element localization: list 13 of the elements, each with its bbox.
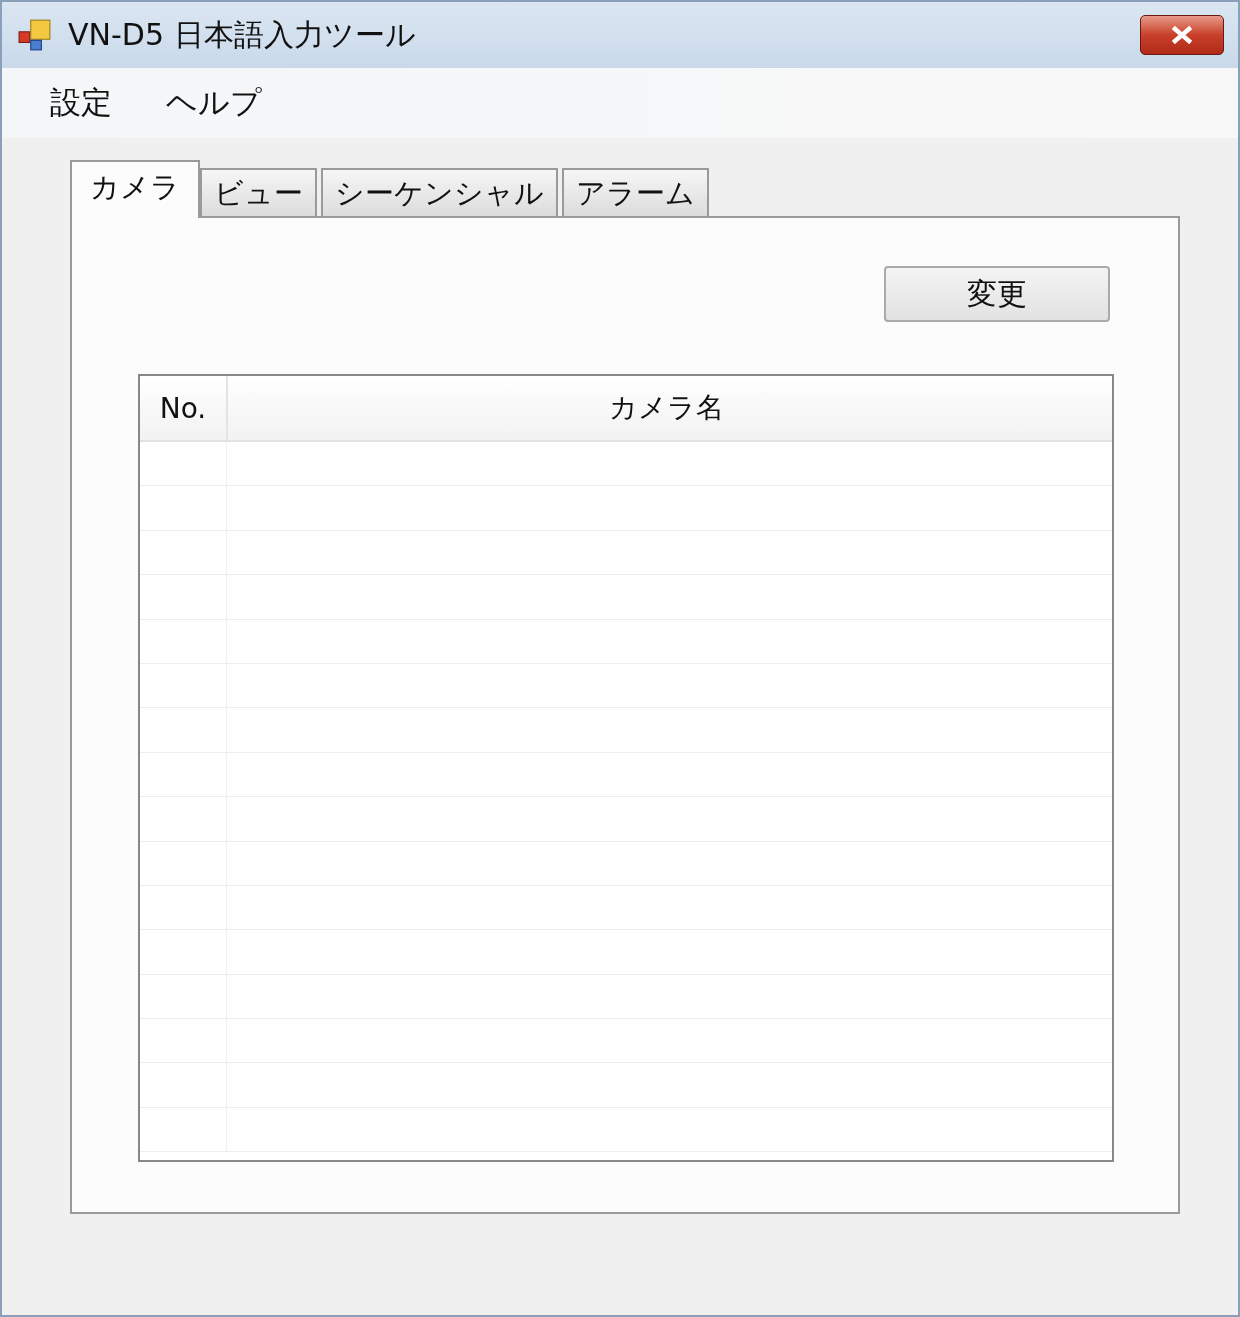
menu-item[interactable]: ヘルプ [166,82,262,124]
tab[interactable]: アラーム [562,168,709,216]
close-icon [1169,25,1195,45]
change-button[interactable]: 変更 [884,266,1110,322]
tab[interactable]: カメラ [70,160,200,218]
column-header[interactable]: No. [140,376,228,440]
column-header[interactable]: カメラ名 [228,376,1104,440]
menu-item[interactable]: 設定 [50,82,112,124]
tab[interactable]: ビュー [200,168,317,216]
window-title: VN-D5 日本語入力ツール [68,15,417,54]
close-button[interactable] [1140,15,1224,55]
app-icon [18,18,52,52]
tab[interactable]: シーケンシャル [321,168,558,216]
